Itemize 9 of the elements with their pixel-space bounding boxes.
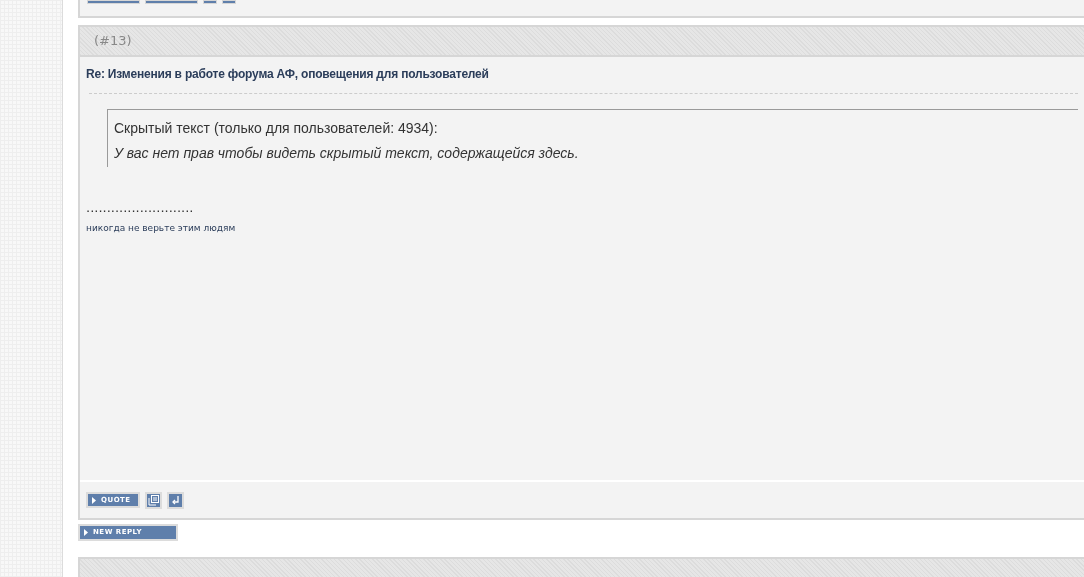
signature-dots: .......................... bbox=[86, 200, 194, 214]
caret-icon bbox=[84, 529, 88, 537]
post-number: (#13) bbox=[94, 32, 132, 51]
caret-icon bbox=[92, 496, 96, 504]
post-title: Re: Изменения в работе форума АФ, оповещения для пользователей bbox=[86, 65, 490, 83]
hidden-text-label: Скрытый текст (только для пользователей: 4934): bbox=[114, 118, 439, 138]
copy-icon[interactable] bbox=[145, 491, 162, 509]
hidden-text-message: У вас нет прав чтобы видеть скрытый текст, содержащейся здесь. bbox=[114, 143, 580, 163]
signature-text: никогда не верьте этим людям bbox=[86, 221, 236, 235]
